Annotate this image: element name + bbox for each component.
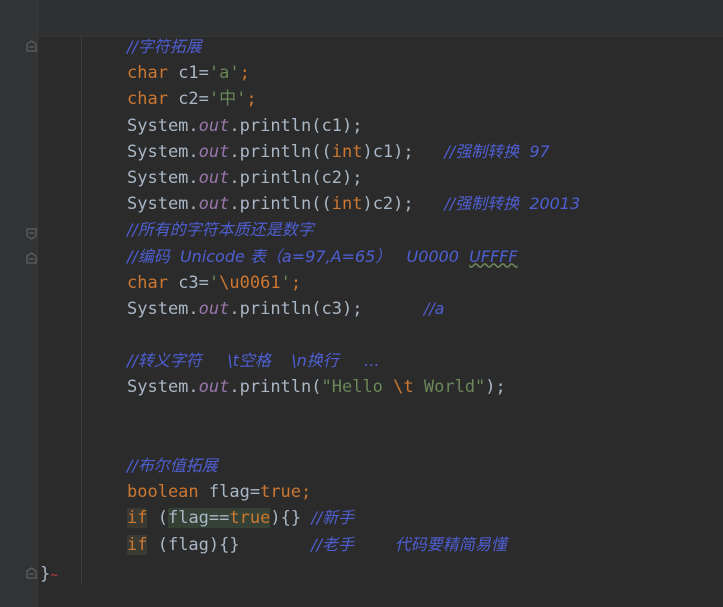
- code-line: //编码 Unicode 表（a=97,A=65） U0000 UFFFF: [127, 244, 723, 270]
- char-literal: '中': [208, 89, 247, 110]
- escape-sequence: \t: [393, 377, 414, 398]
- error-squiggle-icon: ~: [50, 568, 59, 583]
- class-name: System.: [127, 194, 199, 215]
- semicolon: ;: [301, 482, 312, 503]
- identifier: c2=: [167, 89, 209, 110]
- comment: //布尔值拓展: [127, 456, 218, 475]
- identifier: c3=: [167, 272, 209, 293]
- string-literal: World": [413, 377, 486, 398]
- code-line: System.out.println((int)c2); //强制转换 2001…: [127, 191, 723, 217]
- class-name: System.: [127, 377, 199, 398]
- static-field: out: [198, 377, 230, 398]
- condition: flag==: [167, 508, 230, 529]
- keyword: if: [127, 508, 148, 529]
- method-call-end: )c1);: [362, 141, 414, 162]
- comment: //强制转换 97: [444, 141, 550, 161]
- code-line: //转义字符 \t空格 \n换行 ...: [127, 348, 723, 374]
- fold-marker-icon[interactable]: [26, 252, 37, 264]
- semicolon: ;: [239, 63, 250, 84]
- string-literal: "Hello: [321, 377, 394, 398]
- boolean-literal: true: [260, 482, 302, 503]
- code-line: System.out.println(c3); //a: [127, 296, 723, 322]
- comment: //新手: [311, 508, 355, 528]
- keyword: int: [331, 194, 363, 215]
- keyword: char: [127, 63, 168, 84]
- fold-marker-icon[interactable]: [26, 40, 37, 52]
- code-line: char c2='中';: [127, 86, 723, 112]
- keyword: char: [127, 89, 168, 110]
- method-call: .println(c2);: [229, 167, 363, 188]
- method-call: .println((: [229, 141, 332, 162]
- keyword: int: [331, 141, 363, 162]
- comment-typo: UFFFF: [469, 246, 518, 266]
- condition-highlight: flag==true: [167, 508, 271, 529]
- static-field: out: [198, 115, 230, 136]
- char-literal: 'a': [208, 63, 240, 84]
- comment: //老手 代码要精简易懂: [311, 534, 507, 554]
- code-line: //所有的字符本质还是数字: [127, 217, 723, 243]
- class-name: System.: [127, 115, 199, 136]
- code-line: boolean flag=true;: [127, 479, 723, 505]
- static-field: out: [198, 167, 230, 188]
- condition: (flag){}: [147, 534, 240, 555]
- closing-brace-line: }~: [40, 561, 58, 589]
- method-call: .println(c1);: [229, 115, 363, 136]
- code-line: char c3='\u0061';: [127, 270, 723, 296]
- class-name: System.: [127, 298, 199, 319]
- static-field: out: [198, 141, 230, 162]
- comment: //编码 Unicode 表（a=97,A=65） U0000: [127, 246, 470, 266]
- identifier: flag=: [198, 482, 261, 503]
- code-line: //布尔值拓展: [127, 453, 723, 479]
- static-field: out: [198, 194, 230, 215]
- keyword: boolean: [127, 482, 199, 503]
- comment: //所有的字符本质还是数字: [127, 220, 314, 240]
- method-call: .println(c3);: [229, 298, 363, 319]
- code-line: if (flag){} //老手 代码要精简易懂: [127, 532, 723, 558]
- code-line: //字符拓展: [127, 34, 723, 60]
- escape-sequence: \u0061: [219, 272, 281, 293]
- comment: //a: [423, 298, 445, 318]
- editor-gutter: [0, 0, 38, 607]
- indent-guide: [81, 36, 82, 584]
- class-name: System.: [127, 141, 199, 162]
- closing-brace: }: [40, 564, 51, 584]
- fold-marker-icon[interactable]: [26, 228, 37, 240]
- method-call: .println(: [229, 377, 322, 398]
- method-call-end: );: [485, 377, 506, 398]
- keyword: if: [127, 534, 148, 555]
- code-line: System.out.println("Hello \t World");: [127, 374, 723, 400]
- comment: //字符拓展: [127, 37, 202, 56]
- identifier: c1=: [167, 63, 209, 84]
- code-line: System.out.println(c2);: [127, 165, 723, 191]
- code-line: if (flag==true){} //新手: [127, 505, 723, 531]
- static-field: out: [198, 298, 230, 319]
- keyword: char: [127, 272, 168, 293]
- code-line: char c1='a';: [127, 60, 723, 86]
- method-call: .println((: [229, 194, 332, 215]
- boolean-literal: true: [229, 508, 271, 529]
- comment: //转义字符 \t空格 \n换行 ...: [127, 351, 380, 371]
- gutter-divider: [37, 0, 38, 607]
- code-line: System.out.println((int)c1); //强制转换 97: [127, 139, 723, 165]
- char-literal-open: ': [208, 272, 220, 293]
- fold-marker-icon[interactable]: [26, 567, 37, 579]
- paren: (: [147, 508, 168, 529]
- char-literal-close: ': [280, 272, 291, 293]
- method-call-end: )c2);: [362, 194, 414, 215]
- current-line-highlight: [38, 0, 723, 37]
- code-line: System.out.println(c1);: [127, 113, 723, 139]
- block: ){}: [270, 508, 302, 529]
- semicolon: ;: [290, 272, 302, 293]
- comment: //强制转换 20013: [444, 194, 581, 214]
- class-name: System.: [127, 167, 199, 188]
- semicolon: ;: [246, 89, 257, 110]
- code-area[interactable]: //字符拓展 char c1='a'; char c2='中'; System.…: [127, 34, 723, 558]
